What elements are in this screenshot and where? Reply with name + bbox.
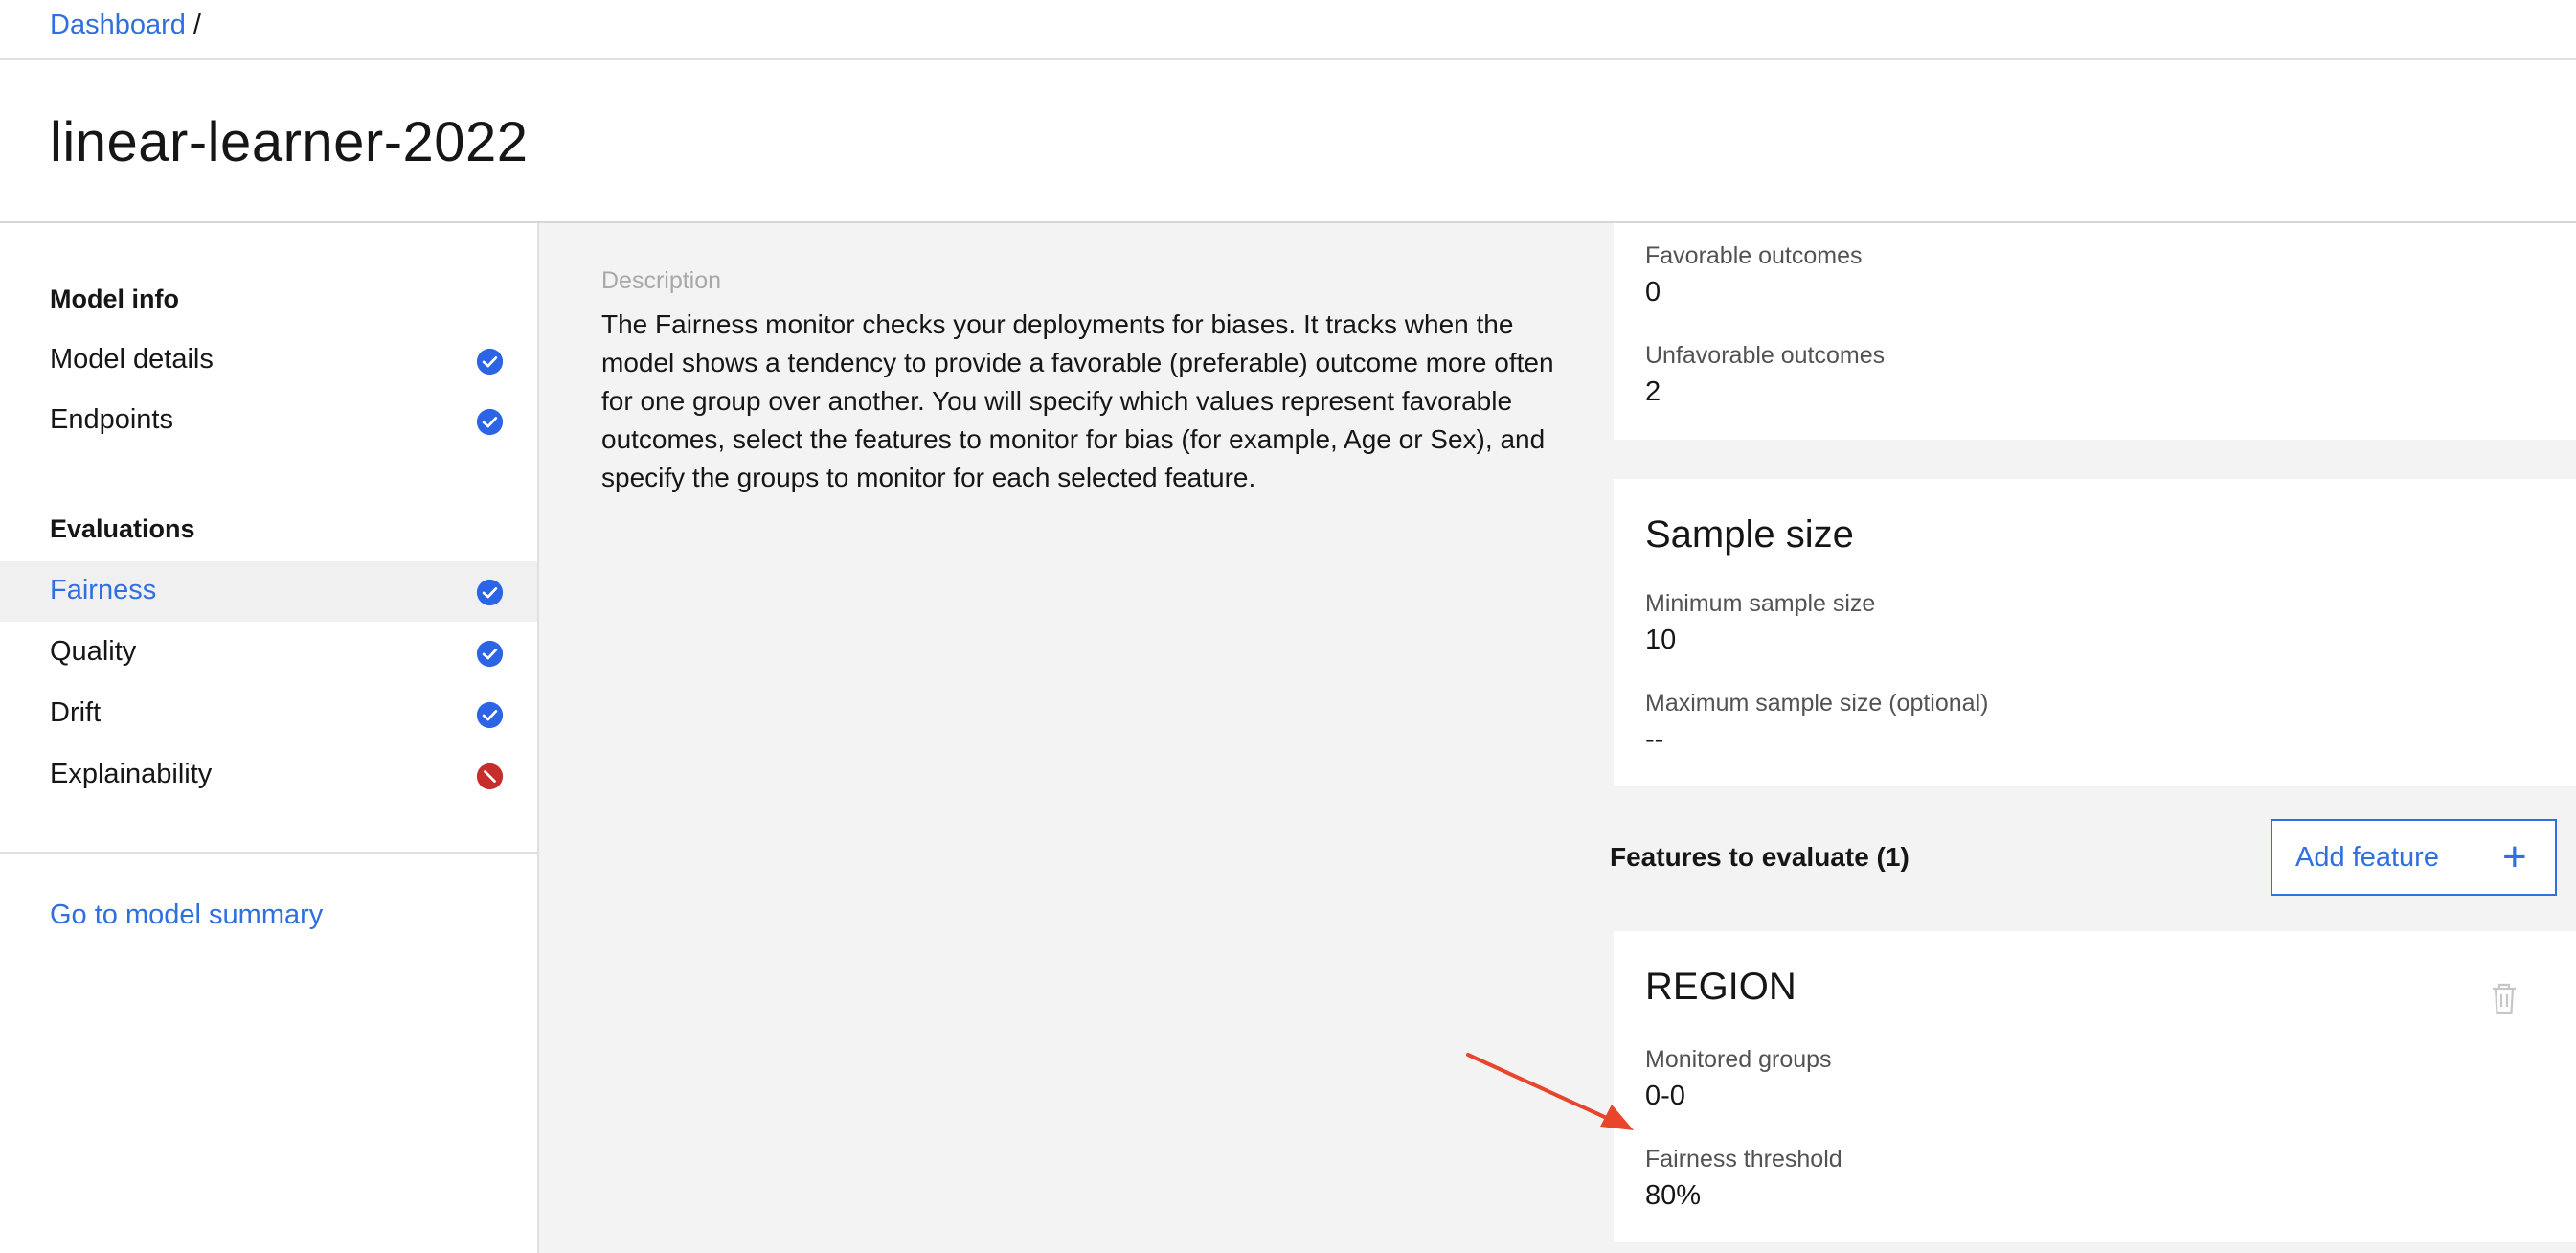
unfavorable-outcomes-value: 2 — [1645, 376, 1661, 407]
add-feature-button[interactable]: Add feature + — [2271, 819, 2557, 896]
breadcrumb-dashboard-link[interactable]: Dashboard — [50, 10, 186, 40]
favorable-outcomes-label: Favorable outcomes — [1645, 242, 1863, 269]
feature-title: REGION — [1645, 966, 1796, 1008]
monitored-groups-value: 0-0 — [1645, 1081, 1685, 1111]
app-root: Dashboard / linear-learner-2022 Model inf… — [0, 0, 2576, 1253]
checkmark-filled-icon — [476, 701, 504, 729]
sidebar-item-label: Endpoints — [50, 404, 173, 435]
description-label: Description — [601, 267, 722, 294]
checkmark-filled-icon — [476, 579, 504, 606]
outcomes-card: Favorable outcomes 0 Unfavorable outcome… — [1614, 223, 2576, 440]
sidebar-item-fairness[interactable]: Fairness — [0, 561, 537, 622]
page-header: linear-learner-2022 — [0, 60, 2576, 223]
main-content: Description The Fairness monitor checks … — [539, 223, 2576, 1253]
evaluations-heading: Evaluations — [50, 514, 195, 543]
checkmark-filled-icon — [476, 348, 504, 376]
fairness-threshold-label: Fairness threshold — [1645, 1146, 1842, 1173]
misuse-icon — [476, 763, 504, 790]
max-sample-size-label: Maximum sample size (optional) — [1645, 690, 1989, 717]
sample-size-title: Sample size — [1645, 513, 1854, 556]
sidebar-item-model-details[interactable]: Model details — [0, 330, 537, 391]
sidebar-item-label: Explainability — [50, 759, 213, 789]
checkmark-filled-icon — [476, 640, 504, 668]
sidebar-item-label: Quality — [50, 636, 137, 667]
add-feature-label: Add feature — [2295, 842, 2439, 873]
breadcrumb-bar: Dashboard / — [0, 0, 2576, 60]
model-info-heading: Model info — [50, 285, 179, 313]
sidebar-item-endpoints[interactable]: Endpoints — [0, 391, 537, 451]
min-sample-size-label: Minimum sample size — [1645, 590, 1876, 617]
breadcrumb-separator: / — [192, 10, 201, 40]
fairness-threshold-value: 80% — [1645, 1180, 1702, 1211]
breadcrumb: Dashboard / — [50, 8, 201, 42]
go-to-model-summary-link[interactable]: Go to model summary — [50, 900, 323, 931]
feature-card-region: REGION Monitored groups 0-0 Fairness thr… — [1614, 931, 2576, 1242]
monitored-groups-label: Monitored groups — [1645, 1046, 1832, 1073]
checkmark-filled-icon — [476, 408, 504, 436]
min-sample-size-value: 10 — [1645, 625, 1677, 655]
unfavorable-outcomes-label: Unfavorable outcomes — [1645, 342, 1886, 369]
sidebar-item-label: Drift — [50, 697, 102, 728]
sidebar-nav: Model info Model details Endpoints Evalu… — [0, 223, 539, 1253]
sidebar-divider — [0, 852, 537, 854]
sidebar-item-label: Fairness — [50, 575, 157, 605]
add-icon: + — [2502, 833, 2527, 880]
features-to-evaluate-heading: Features to evaluate (1) — [1610, 842, 1909, 872]
sidebar-item-quality[interactable]: Quality — [0, 623, 537, 683]
sample-size-card: Sample size Minimum sample size 10 Maxim… — [1614, 479, 2576, 786]
sidebar-item-explainability[interactable]: Explainability — [0, 745, 537, 806]
sidebar-item-drift[interactable]: Drift — [0, 684, 537, 744]
description-text: The Fairness monitor checks your deploym… — [601, 309, 1554, 492]
sidebar-item-label: Model details — [50, 344, 214, 375]
trash-can-icon[interactable] — [2485, 979, 2523, 1017]
page-title: linear-learner-2022 — [50, 111, 529, 173]
favorable-outcomes-value: 0 — [1645, 277, 1661, 308]
max-sample-size-value: -- — [1645, 724, 1664, 755]
